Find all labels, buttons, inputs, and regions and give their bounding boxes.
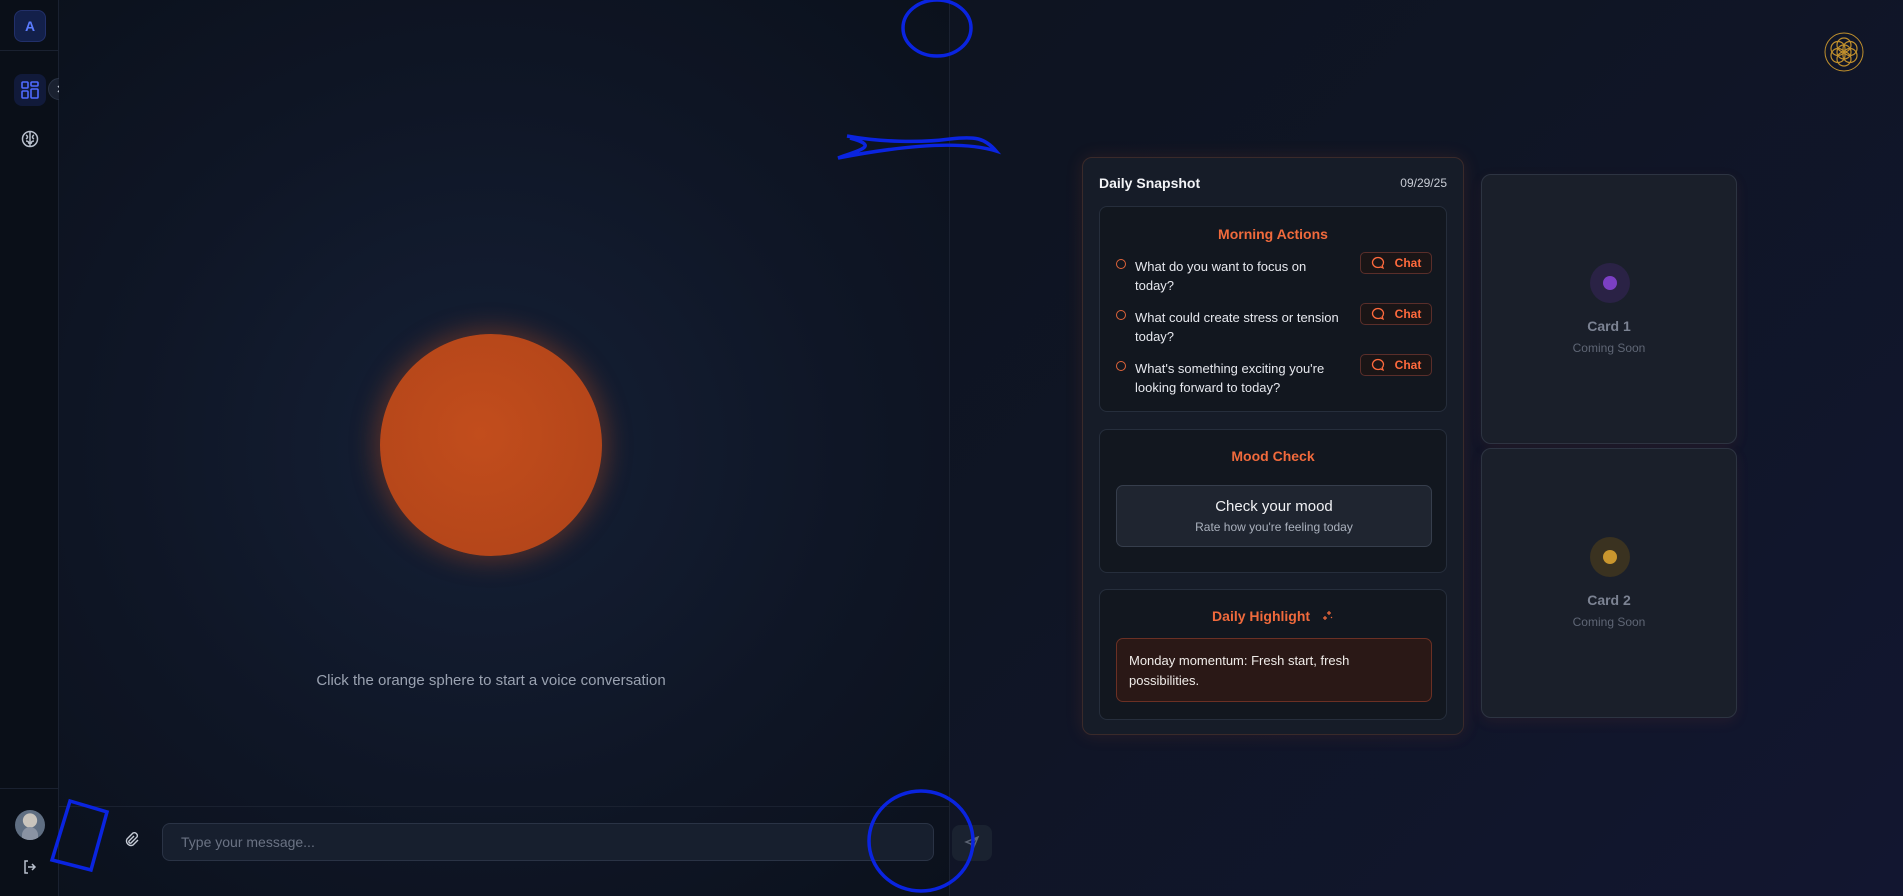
action-item: What do you want to focus on today? Chat	[1116, 252, 1432, 301]
daily-highlight-section: Daily Highlight Monday momentum: Fresh s…	[1099, 589, 1447, 720]
voice-sphere-button[interactable]	[380, 334, 602, 556]
sidebar-item-dashboard[interactable]	[14, 74, 46, 106]
logout-icon	[24, 860, 37, 874]
sidebar-item-brain[interactable]	[14, 123, 46, 155]
user-avatar[interactable]	[15, 810, 45, 840]
voice-chat-panel: Click the orange sphere to start a voice…	[59, 0, 992, 896]
action-item: What's something exciting you're looking…	[1116, 354, 1432, 403]
mood-check-section: Mood Check Check your mood Rate how you'…	[1099, 429, 1447, 573]
attach-button[interactable]	[118, 826, 144, 852]
voice-hint: Click the orange sphere to start a voice…	[316, 672, 666, 689]
sidebar-divider	[0, 788, 58, 789]
card-2[interactable]: Card 2 Coming Soon	[1481, 448, 1737, 718]
mood-check-title: Mood Check	[1231, 448, 1315, 464]
card-1-subtitle: Coming Soon	[1572, 341, 1646, 355]
chat-bubble-icon	[1371, 256, 1384, 270]
paperclip-icon	[125, 832, 139, 847]
snapshot-title: Daily Snapshot	[1099, 175, 1201, 191]
action-status-icon	[1116, 259, 1126, 269]
composer-divider	[59, 806, 949, 807]
chat-button-label: Chat	[1394, 307, 1422, 321]
send-icon	[964, 835, 980, 851]
send-button[interactable]	[952, 825, 992, 861]
card-2-subtitle: Coming Soon	[1572, 615, 1646, 629]
daily-snapshot-card: Daily Snapshot 09/29/25 Morning Actions …	[1082, 157, 1464, 735]
dashboard-icon	[21, 81, 39, 99]
flower-of-life-logo	[1824, 32, 1864, 72]
sidebar: A	[0, 0, 70, 896]
morning-actions-title: Morning Actions	[1218, 226, 1328, 242]
chat-button-label: Chat	[1394, 358, 1422, 372]
action-text: What's something exciting you're looking…	[1135, 361, 1325, 395]
card-1[interactable]: Card 1 Coming Soon	[1481, 174, 1737, 444]
card-1-icon	[1590, 263, 1630, 303]
sidebar-divider	[0, 50, 58, 51]
card-2-title: Card 2	[1587, 592, 1631, 608]
daily-highlight-text: Monday momentum: Fresh start, fresh poss…	[1116, 638, 1432, 702]
logout-button[interactable]	[19, 856, 41, 878]
message-input[interactable]	[162, 823, 934, 861]
check-mood-sublabel: Rate how you're feeling today	[1195, 520, 1353, 534]
card-1-title: Card 1	[1587, 318, 1631, 334]
card-2-icon	[1590, 537, 1630, 577]
workspace-avatar[interactable]: A	[14, 10, 46, 42]
action-text: What do you want to focus on today?	[1135, 259, 1307, 293]
snapshot-date: 09/29/25	[1400, 176, 1447, 190]
card-dot	[1603, 276, 1617, 290]
action-chat-button[interactable]: Chat	[1360, 354, 1432, 376]
morning-actions-section: Morning Actions What do you want to focu…	[1099, 206, 1447, 412]
chat-button-label: Chat	[1394, 256, 1422, 270]
brain-icon	[21, 130, 39, 148]
action-chat-button[interactable]: Chat	[1360, 303, 1432, 325]
card-dot	[1603, 550, 1617, 564]
daily-highlight-header: Daily Highlight	[1100, 608, 1446, 624]
daily-highlight-title: Daily Highlight	[1212, 608, 1311, 624]
chat-bubble-icon	[1371, 358, 1384, 372]
chat-bubble-icon	[1371, 307, 1384, 321]
check-mood-button[interactable]: Check your mood Rate how you're feeling …	[1116, 485, 1432, 547]
action-status-icon	[1116, 361, 1126, 371]
sparkle-icon	[1322, 611, 1333, 620]
action-status-icon	[1116, 310, 1126, 320]
action-chat-button[interactable]: Chat	[1360, 252, 1432, 274]
action-text: What could create stress or tension toda…	[1135, 310, 1339, 344]
check-mood-label: Check your mood	[1215, 498, 1333, 515]
action-item: What could create stress or tension toda…	[1116, 303, 1432, 352]
